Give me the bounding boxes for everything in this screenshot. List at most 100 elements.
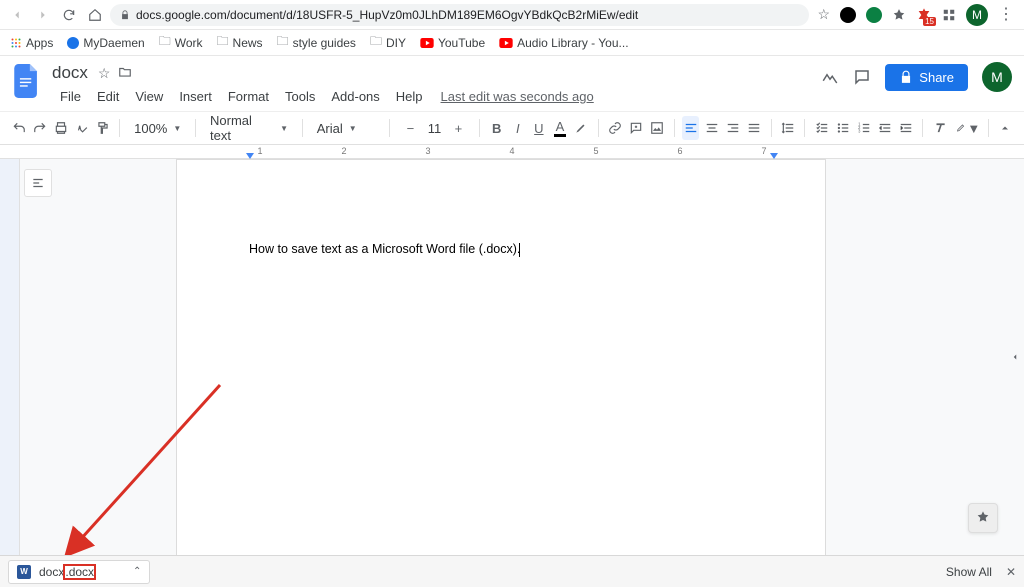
text-color-button[interactable]: A: [551, 116, 568, 140]
align-left-button[interactable]: [682, 116, 699, 140]
separator: [195, 119, 196, 137]
document-page[interactable]: How to save text as a Microsoft Word fil…: [176, 159, 826, 555]
underline-button[interactable]: U: [530, 116, 547, 140]
increase-indent-button[interactable]: [897, 116, 914, 140]
align-justify-button[interactable]: [745, 116, 762, 140]
bookmark-folder[interactable]: 🗀style guides: [277, 32, 356, 53]
vertical-ruler[interactable]: [0, 159, 20, 555]
horizontal-ruler[interactable]: 1 2 3 4 5 6 7: [0, 145, 1024, 159]
lock-icon: [120, 10, 130, 20]
youtube-icon: [499, 38, 513, 48]
paint-format-button[interactable]: [94, 116, 111, 140]
line-spacing-button[interactable]: [779, 116, 796, 140]
menu-view[interactable]: View: [127, 86, 171, 107]
document-title[interactable]: docx: [52, 63, 88, 83]
bulleted-list-button[interactable]: [834, 116, 851, 140]
paragraph-style-dropdown[interactable]: Normal text▼: [204, 116, 294, 140]
caret-down-icon: ▼: [280, 124, 288, 133]
font-size-control[interactable]: − 11 +: [397, 115, 471, 141]
font-dropdown[interactable]: Arial▼: [311, 116, 381, 140]
align-right-button[interactable]: [724, 116, 741, 140]
extension-icon[interactable]: [942, 8, 956, 22]
insert-comment-button[interactable]: [627, 116, 644, 140]
document-body-text[interactable]: How to save text as a Microsoft Word fil…: [249, 242, 520, 257]
caret-down-icon: ▼: [349, 124, 357, 133]
separator: [922, 119, 923, 137]
menu-insert[interactable]: Insert: [171, 86, 220, 107]
share-button[interactable]: Share: [885, 64, 968, 91]
last-edit-link[interactable]: Last edit was seconds ago: [441, 89, 594, 104]
spellcheck-button[interactable]: [73, 116, 90, 140]
extension-icon[interactable]: [840, 7, 856, 23]
print-button[interactable]: [52, 116, 69, 140]
extension-icon[interactable]: [892, 8, 906, 22]
chrome-menu-button[interactable]: ⋮: [998, 13, 1014, 17]
insert-image-button[interactable]: [648, 116, 665, 140]
undo-button[interactable]: [10, 116, 27, 140]
back-button[interactable]: [6, 4, 28, 26]
download-chip[interactable]: W docx.docx ⌃: [8, 560, 150, 584]
clear-formatting-button[interactable]: [931, 116, 948, 140]
svg-text:3: 3: [858, 129, 861, 134]
highlight-button[interactable]: [572, 116, 589, 140]
separator: [598, 119, 599, 137]
comments-icon[interactable]: [853, 68, 871, 86]
account-avatar[interactable]: M: [982, 62, 1012, 92]
bookmark-folder[interactable]: 🗀Work: [159, 32, 203, 53]
collapse-toolbar-button[interactable]: [997, 116, 1014, 140]
bold-button[interactable]: B: [488, 116, 505, 140]
word-file-icon: W: [17, 565, 31, 579]
forward-button[interactable]: [32, 4, 54, 26]
menu-tools[interactable]: Tools: [277, 86, 323, 107]
document-outline-button[interactable]: [24, 169, 52, 197]
folder-icon: 🗀: [217, 32, 229, 53]
browser-actions: ☆ M ⋮: [813, 4, 1018, 26]
bookmark-folder[interactable]: 🗀DIY: [370, 32, 406, 53]
align-center-button[interactable]: [703, 116, 720, 140]
apps-shortcut[interactable]: Apps: [10, 36, 53, 50]
checklist-button[interactable]: [813, 116, 830, 140]
bookmark-item[interactable]: YouTube: [420, 36, 485, 50]
star-icon[interactable]: ☆: [98, 65, 111, 82]
decrease-indent-button[interactable]: [876, 116, 893, 140]
caret-down-icon: ▼: [173, 124, 181, 133]
insert-link-button[interactable]: [606, 116, 623, 140]
increase-size-button[interactable]: +: [446, 116, 470, 140]
youtube-icon: [420, 38, 434, 48]
menu-format[interactable]: Format: [220, 86, 277, 107]
extension-badge-icon[interactable]: [916, 7, 932, 23]
redo-button[interactable]: [31, 116, 48, 140]
chevron-up-icon[interactable]: ⌃: [133, 566, 141, 577]
show-all-downloads[interactable]: Show All: [946, 565, 992, 579]
separator: [389, 119, 390, 137]
italic-button[interactable]: I: [509, 116, 526, 140]
bookmark-item[interactable]: Audio Library - You...: [499, 36, 628, 50]
menu-edit[interactable]: Edit: [89, 86, 127, 107]
site-icon: [67, 37, 79, 49]
text-cursor: [519, 243, 520, 257]
close-downloads-bar[interactable]: ✕: [1006, 565, 1016, 579]
numbered-list-button[interactable]: 123: [855, 116, 872, 140]
reload-button[interactable]: [58, 4, 80, 26]
move-icon[interactable]: [118, 65, 132, 82]
profile-avatar[interactable]: M: [966, 4, 988, 26]
activity-icon[interactable]: [821, 68, 839, 86]
zoom-dropdown[interactable]: 100%▼: [128, 116, 187, 140]
editing-mode-button[interactable]: ▼: [956, 116, 980, 140]
bookmark-item[interactable]: MyDaemen: [67, 36, 144, 50]
bookmark-star-icon[interactable]: ☆: [817, 6, 830, 23]
menu-addons[interactable]: Add-ons: [323, 86, 387, 107]
separator: [479, 119, 480, 137]
bookmark-folder[interactable]: 🗀News: [217, 32, 263, 53]
menu-file[interactable]: File: [52, 86, 89, 107]
docs-logo[interactable]: [12, 62, 42, 100]
menu-help[interactable]: Help: [388, 86, 431, 107]
address-bar[interactable]: docs.google.com/document/d/18USFR-5_HupV…: [110, 4, 809, 26]
explore-button[interactable]: [968, 503, 998, 533]
extension-icon[interactable]: [866, 7, 882, 23]
home-button[interactable]: [84, 4, 106, 26]
decrease-size-button[interactable]: −: [398, 116, 422, 140]
side-panel-toggle[interactable]: [1006, 159, 1024, 555]
bookmarks-bar: Apps MyDaemen 🗀Work 🗀News 🗀style guides …: [0, 30, 1024, 56]
folder-icon: 🗀: [159, 32, 171, 53]
